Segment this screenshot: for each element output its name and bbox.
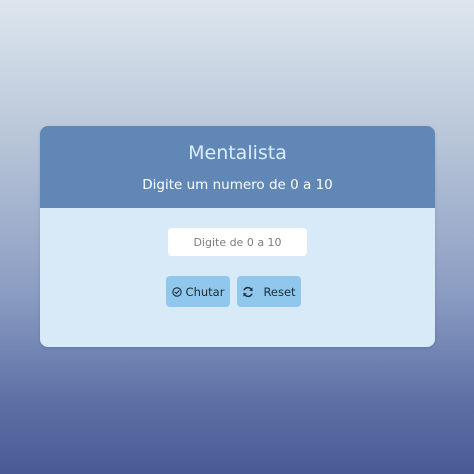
card-header: Mentalista Digite um numero de 0 a 10 (40, 126, 435, 208)
card-body: Chutar Reset (40, 208, 435, 347)
page-title: Mentalista (188, 142, 287, 164)
check-circle-icon (171, 286, 182, 297)
guess-input[interactable] (168, 228, 307, 256)
reset-button-label: Reset (263, 284, 296, 299)
reset-button[interactable]: Reset (237, 276, 301, 307)
refresh-icon (242, 286, 254, 298)
guess-button[interactable]: Chutar (166, 276, 230, 307)
guess-button-label: Chutar (185, 284, 225, 299)
instructions-text: Digite um numero de 0 a 10 (142, 177, 333, 193)
game-card: Mentalista Digite um numero de 0 a 10 Ch… (40, 126, 435, 347)
